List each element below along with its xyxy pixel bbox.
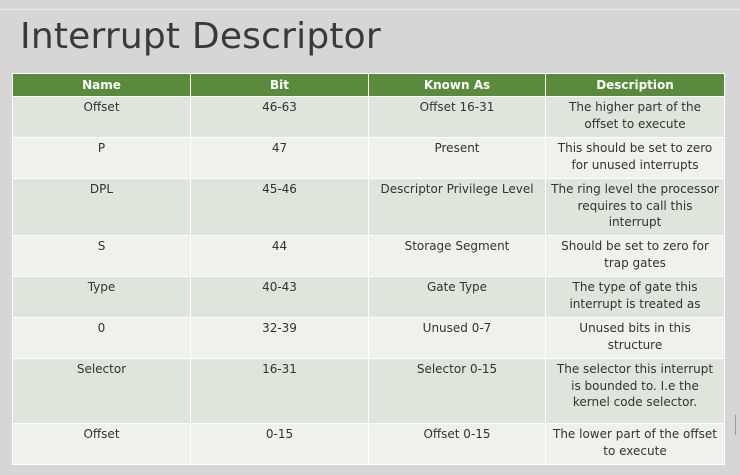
cell-known-as: Unused 0-7 <box>368 317 546 359</box>
table-row: Selector 16-31 Selector 0-15 The selecto… <box>12 358 725 424</box>
table-row: DPL 45-46 Descriptor Privilege Level The… <box>12 178 725 236</box>
cell-known-as: Descriptor Privilege Level <box>368 178 546 236</box>
cell-bit: 40-43 <box>190 276 369 318</box>
cell-bit: 0-15 <box>190 423 369 465</box>
cell-name: Offset <box>12 423 191 465</box>
cell-bit: 47 <box>190 137 369 179</box>
cell-known-as: Offset 0-15 <box>368 423 546 465</box>
cell-name: P <box>12 137 191 179</box>
column-header-description: Description <box>545 73 725 97</box>
cell-description: This should be set to zero for unused in… <box>545 137 725 179</box>
cell-bit: 16-31 <box>190 358 369 424</box>
top-divider <box>0 9 740 10</box>
cell-bit: 44 <box>190 235 369 277</box>
cell-description: Should be set to zero for trap gates <box>545 235 725 277</box>
cell-description: Unused bits in this structure <box>545 317 725 359</box>
cell-bit: 32-39 <box>190 317 369 359</box>
cell-known-as: Offset 16-31 <box>368 96 546 138</box>
edge-marker <box>735 415 740 435</box>
table-header-row: Name Bit Known As Description <box>12 73 725 97</box>
table-row: 0 32-39 Unused 0-7 Unused bits in this s… <box>12 317 725 359</box>
cell-description: The ring level the processor requires to… <box>545 178 725 236</box>
cell-name: Offset <box>12 96 191 138</box>
cell-description: The type of gate this interrupt is treat… <box>545 276 725 318</box>
cell-name: S <box>12 235 191 277</box>
table-row: Offset 0-15 Offset 0-15 The lower part o… <box>12 423 725 465</box>
cell-name: DPL <box>12 178 191 236</box>
cell-known-as: Storage Segment <box>368 235 546 277</box>
column-header-name: Name <box>12 73 191 97</box>
page-title: Interrupt Descriptor <box>20 16 381 57</box>
cell-name: 0 <box>12 317 191 359</box>
cell-name: Selector <box>12 358 191 424</box>
cell-description: The lower part of the offset to execute <box>545 423 725 465</box>
cell-name: Type <box>12 276 191 318</box>
cell-description: The selector this interrupt is bounded t… <box>545 358 725 424</box>
cell-bit: 46-63 <box>190 96 369 138</box>
cell-known-as: Gate Type <box>368 276 546 318</box>
table-row: P 47 Present This should be set to zero … <box>12 137 725 179</box>
descriptor-table: Name Bit Known As Description Offset 46-… <box>12 73 725 465</box>
cell-known-as: Selector 0-15 <box>368 358 546 424</box>
table-row: Type 40-43 Gate Type The type of gate th… <box>12 276 725 318</box>
table-row: Offset 46-63 Offset 16-31 The higher par… <box>12 96 725 138</box>
column-header-known-as: Known As <box>368 73 546 97</box>
cell-bit: 45-46 <box>190 178 369 236</box>
cell-description: The higher part of the offset to execute <box>545 96 725 138</box>
table-row: S 44 Storage Segment Should be set to ze… <box>12 235 725 277</box>
column-header-bit: Bit <box>190 73 369 97</box>
cell-known-as: Present <box>368 137 546 179</box>
